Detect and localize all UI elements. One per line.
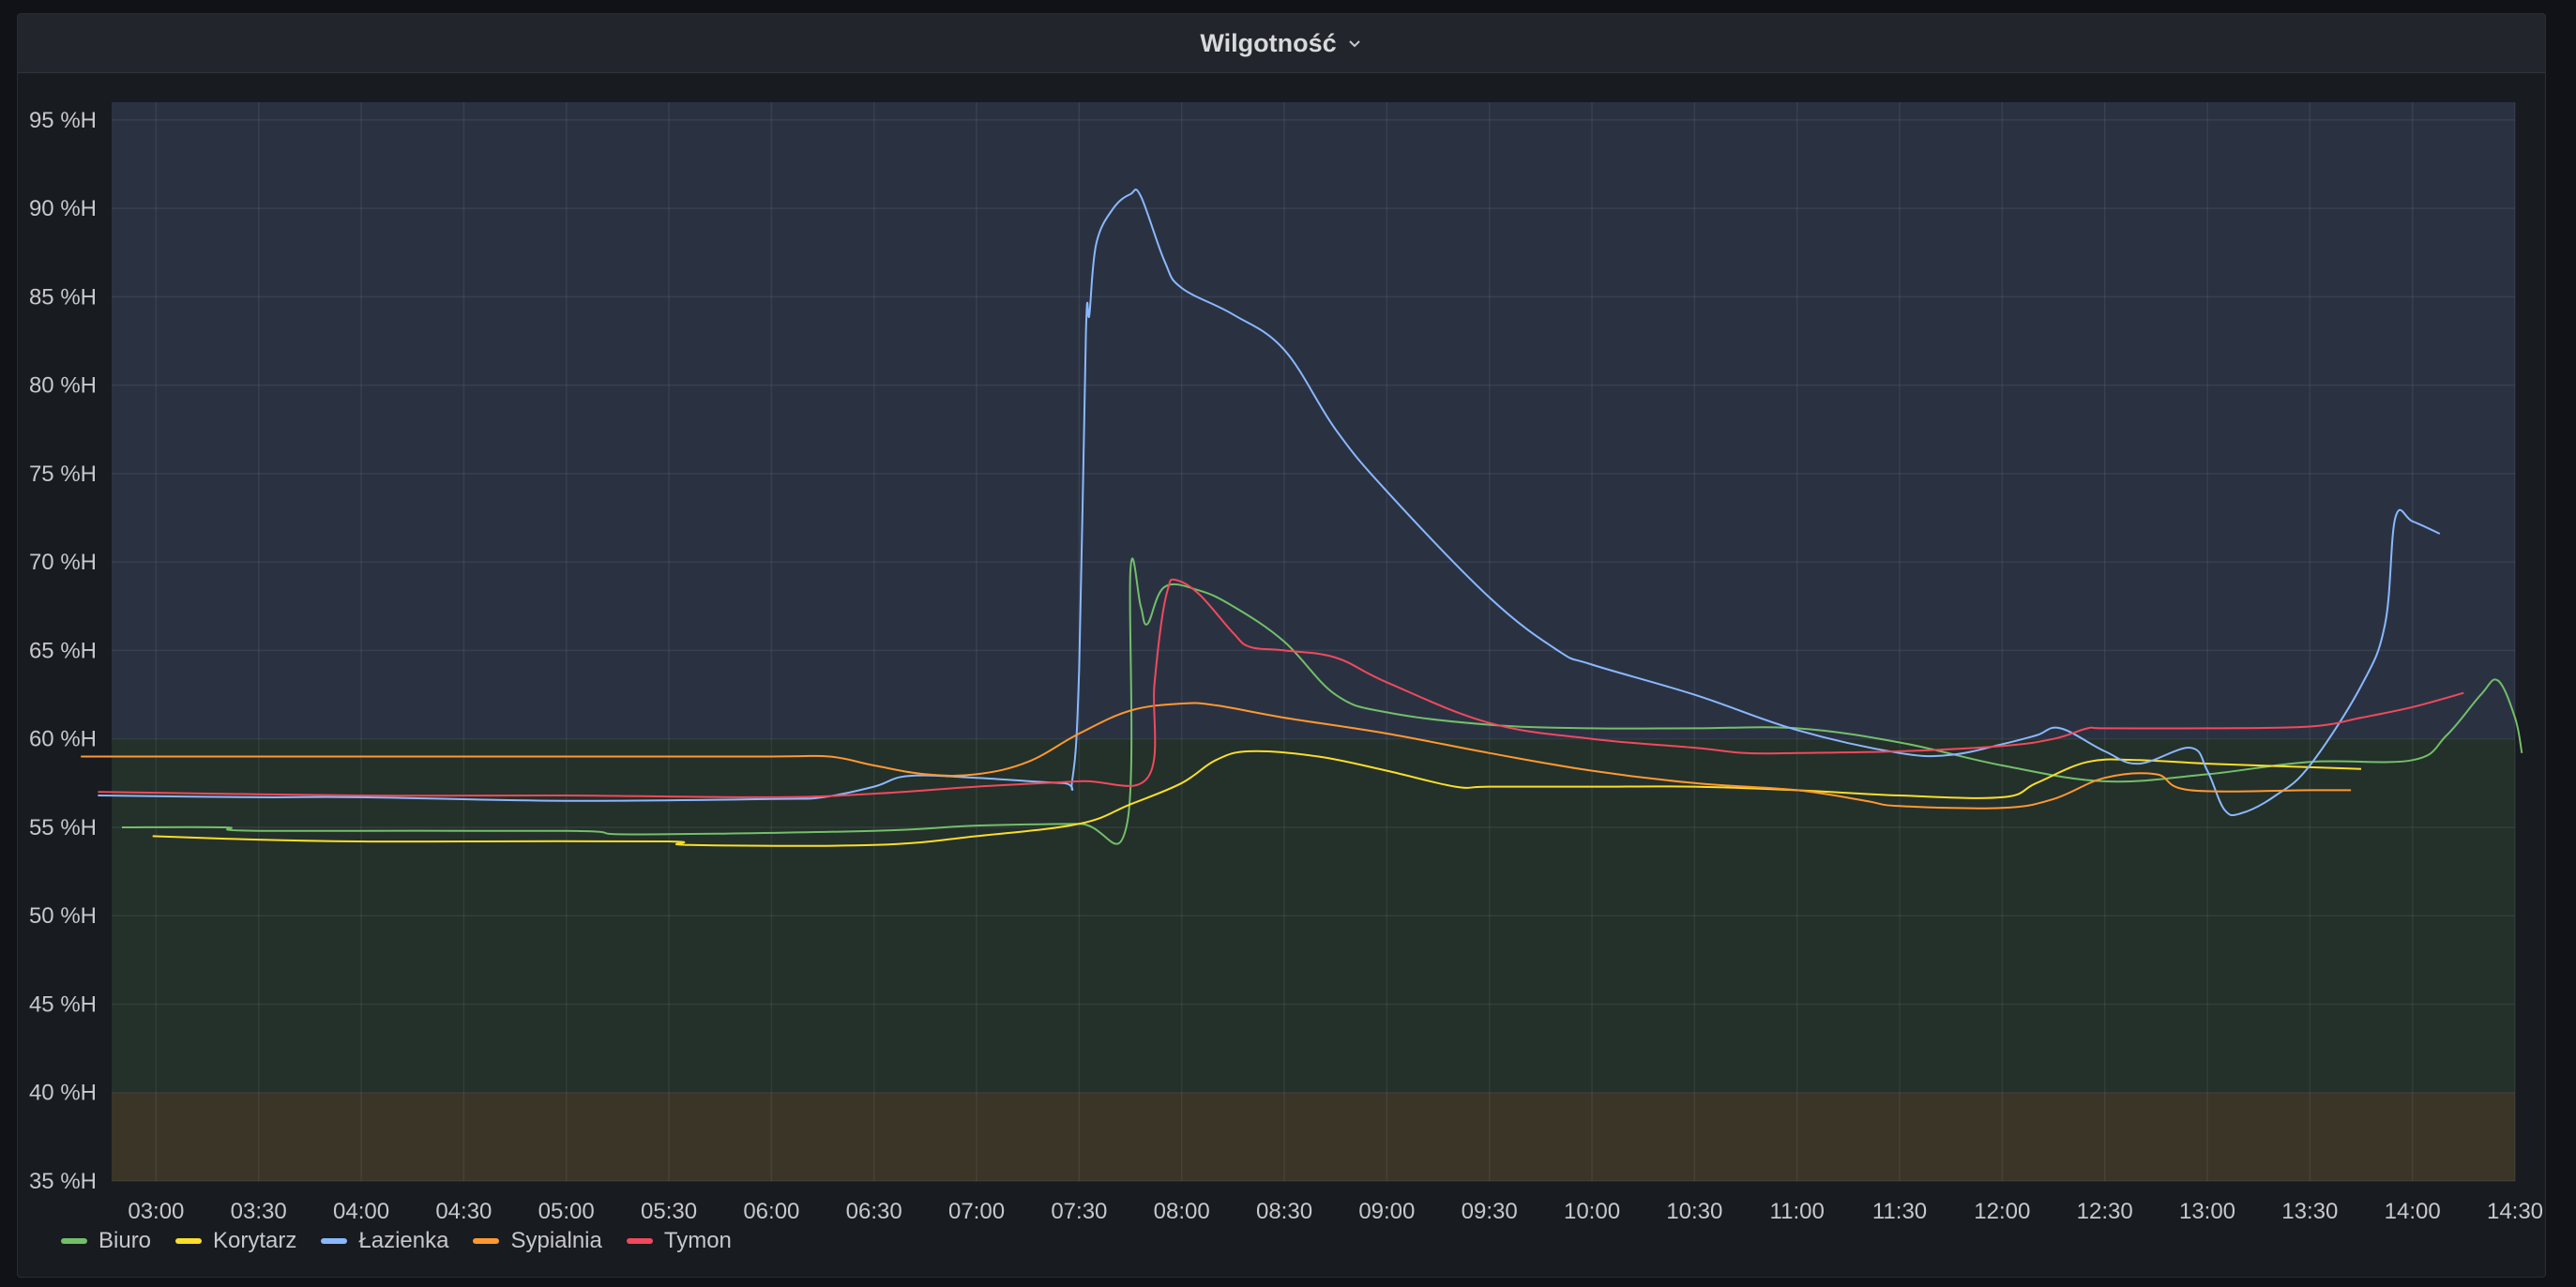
y-tick-label: 85 %H: [29, 284, 97, 310]
legend-item[interactable]: Biuro: [61, 1228, 151, 1254]
y-tick-label: 60 %H: [29, 727, 97, 752]
x-tick-label: 04:30: [435, 1199, 492, 1224]
y-tick-label: 55 %H: [29, 815, 97, 840]
legend-swatch: [61, 1238, 87, 1244]
legend-swatch: [473, 1238, 500, 1244]
x-tick-label: 11:30: [1872, 1199, 1927, 1224]
x-tick-label: 09:30: [1462, 1199, 1518, 1224]
x-tick-label: 13:30: [2281, 1199, 2338, 1224]
legend: Biuro Korytarz Łazienka Sypialnia Tymon: [61, 1228, 732, 1254]
y-tick-label: 95 %H: [29, 108, 97, 133]
x-tick-label: 13:00: [2179, 1199, 2235, 1224]
y-tick-label: 40 %H: [29, 1081, 97, 1106]
x-tick-label: 10:30: [1666, 1199, 1722, 1224]
x-tick-label: 09:00: [1358, 1199, 1415, 1224]
legend-label: Tymon: [663, 1228, 732, 1253]
timeseries-panel: Wilgotność 35 %H 40 %H 45 %H 50 %H 55 %H 60 %…: [17, 13, 2546, 1278]
x-tick-label: 08:30: [1256, 1199, 1312, 1224]
x-tick-label: 12:00: [1974, 1199, 2030, 1224]
x-tick-label: 06:00: [743, 1199, 799, 1224]
x-tick-label: 10:00: [1564, 1199, 1620, 1224]
legend-item[interactable]: Sypialnia: [473, 1228, 602, 1254]
legend-label: Biuro: [98, 1228, 152, 1253]
x-tick-label: 07:00: [948, 1199, 1005, 1224]
y-tick-label: 45 %H: [29, 992, 97, 1017]
y-tick-label: 65 %H: [29, 638, 97, 663]
legend-swatch: [321, 1238, 348, 1244]
y-tick-label: 35 %H: [29, 1169, 97, 1194]
x-tick-label: 03:30: [231, 1199, 287, 1224]
x-tick-label: 05:00: [538, 1199, 595, 1224]
x-tick-label: 05:30: [641, 1199, 697, 1224]
x-tick-label: 06:30: [846, 1199, 902, 1224]
threshold-band-0: [112, 1092, 2515, 1181]
threshold-band-2: [112, 102, 2515, 739]
y-tick-label: 50 %H: [29, 903, 97, 929]
x-tick-label: 07:30: [1051, 1199, 1107, 1224]
legend-item[interactable]: Korytarz: [175, 1228, 296, 1254]
x-tick-label: 14:30: [2487, 1199, 2543, 1224]
x-tick-label: 14:00: [2385, 1199, 2441, 1224]
legend-swatch: [175, 1238, 203, 1244]
legend-label: Sypialnia: [510, 1228, 602, 1253]
y-tick-label: 80 %H: [29, 373, 97, 399]
y-tick-label: 90 %H: [29, 196, 97, 221]
chart-plot[interactable]: 35 %H 40 %H 45 %H 50 %H 55 %H 60 %H 65 %H 70 %H…: [18, 14, 2546, 1278]
legend-label: Korytarz: [213, 1228, 297, 1253]
y-tick-label: 75 %H: [29, 462, 97, 487]
x-tick-label: 12:30: [2077, 1199, 2133, 1224]
x-tick-label: 11:00: [1770, 1199, 1825, 1224]
x-tick-label: 08:00: [1154, 1199, 1210, 1224]
x-tick-label: 03:00: [128, 1199, 184, 1224]
legend-swatch: [626, 1238, 653, 1244]
x-tick-label: 04:00: [333, 1199, 389, 1224]
legend-label: Łazienka: [358, 1228, 449, 1253]
y-tick-label: 70 %H: [29, 550, 97, 575]
legend-item[interactable]: Łazienka: [321, 1228, 448, 1254]
legend-item[interactable]: Tymon: [626, 1228, 732, 1254]
